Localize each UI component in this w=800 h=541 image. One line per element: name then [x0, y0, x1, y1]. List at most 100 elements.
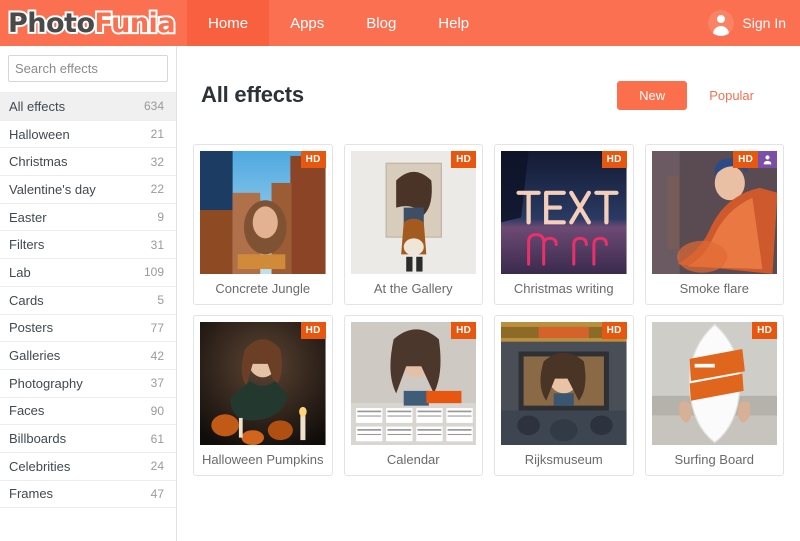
- effect-title: Rijksmuseum: [524, 452, 603, 467]
- effect-title: At the Gallery: [373, 281, 453, 296]
- category-label: Easter: [9, 209, 47, 225]
- effect-card[interactable]: HD Christmas writing: [494, 144, 634, 305]
- sidebar-item-frames[interactable]: Frames 47: [0, 481, 176, 509]
- nav-item-home[interactable]: Home: [187, 0, 270, 46]
- category-count: 37: [150, 376, 164, 391]
- sidebar-item-christmas[interactable]: Christmas 32: [0, 148, 176, 177]
- nav-item-help[interactable]: Help: [417, 0, 490, 46]
- category-label: All effects: [9, 98, 66, 114]
- content-header: All effects New Popular: [193, 46, 784, 144]
- category-count: 61: [150, 431, 164, 446]
- logo-text-photo: Photo: [6, 6, 97, 41]
- sort-new-button[interactable]: New: [617, 80, 688, 110]
- category-label: Photography: [9, 375, 83, 391]
- effect-thumbnail: HD: [501, 322, 627, 445]
- effect-thumbnail: HD: [501, 151, 627, 274]
- user-avatar-icon: [708, 10, 735, 36]
- sidebar-item-posters[interactable]: Posters 77: [0, 315, 176, 343]
- effect-card[interactable]: HD Smoke flare: [644, 144, 784, 305]
- badge-group: HD: [451, 322, 476, 339]
- effect-card[interactable]: HD Calendar: [343, 315, 483, 476]
- category-count: 22: [150, 182, 164, 197]
- effect-thumbnail: HD: [651, 151, 777, 274]
- effects-grid: HD Concrete Jungle HD At the Gallery HD …: [193, 144, 784, 476]
- category-count: 109: [143, 265, 164, 280]
- sidebar-item-billboards[interactable]: Billboards 61: [0, 425, 176, 453]
- sidebar-item-halloween[interactable]: Halloween 21: [0, 121, 176, 149]
- sort-popular-button[interactable]: Popular: [687, 81, 776, 110]
- category-count: 42: [150, 348, 164, 363]
- category-count: 24: [150, 459, 164, 474]
- search-input[interactable]: [9, 61, 176, 76]
- effect-card[interactable]: HD Halloween Pumpkins: [193, 315, 333, 476]
- sign-in-button[interactable]: Sign In: [708, 0, 786, 46]
- effect-title: Calendar: [386, 452, 440, 467]
- hd-badge: HD: [601, 151, 627, 168]
- face-detection-icon: [758, 151, 777, 168]
- effect-card[interactable]: HD Rijksmuseum: [494, 315, 634, 476]
- category-label: Posters: [9, 320, 54, 336]
- category-label: Valentine's day: [9, 181, 96, 197]
- category-label: Lab: [9, 264, 31, 280]
- badge-group: HD: [300, 322, 326, 339]
- category-count: 5: [157, 293, 164, 308]
- sidebar-item-lab[interactable]: Lab 109: [0, 259, 176, 287]
- category-count: 90: [150, 403, 164, 418]
- hd-badge: HD: [451, 151, 476, 168]
- effect-title: Smoke flare: [679, 281, 749, 296]
- search-box[interactable]: [8, 55, 176, 82]
- category-label: Faces: [9, 403, 45, 419]
- effect-card[interactable]: HD Surfing Board: [644, 315, 784, 476]
- sidebar-item-all-effects[interactable]: All effects 634: [0, 93, 176, 121]
- effect-thumbnail: HD: [200, 322, 326, 445]
- nav-item-apps[interactable]: Apps: [269, 0, 345, 46]
- badge-group: HD: [300, 151, 326, 168]
- hd-badge: HD: [601, 322, 627, 339]
- hd-badge: HD: [752, 322, 777, 339]
- nav-item-blog[interactable]: Blog: [345, 0, 417, 46]
- effect-thumbnail: HD: [350, 322, 476, 445]
- effect-thumbnail: HD: [200, 151, 326, 274]
- badge-group: HD: [752, 322, 777, 339]
- effect-title: Halloween Pumpkins: [202, 452, 324, 467]
- category-count: 9: [157, 210, 164, 225]
- hd-badge: HD: [733, 151, 758, 168]
- effect-card[interactable]: HD At the Gallery: [343, 144, 483, 305]
- site-header: Photo Funia Home Apps Blog Help Sign In: [0, 0, 800, 46]
- sort-toggle: New Popular: [617, 80, 776, 110]
- category-sidebar: All effects 634 Halloween 21 Christmas 32 Vale…: [0, 46, 177, 541]
- category-label: Celebrities: [9, 458, 71, 474]
- category-label: Filters: [9, 237, 45, 253]
- sign-in-label: Sign In: [742, 15, 786, 31]
- sidebar-item-filters[interactable]: Filters 31: [0, 231, 176, 260]
- effect-card[interactable]: HD Concrete Jungle: [193, 144, 333, 305]
- effect-thumbnail: HD: [350, 151, 476, 274]
- badge-group: HD: [451, 151, 476, 168]
- sidebar-item-photography[interactable]: Photography 37: [0, 370, 176, 398]
- effects-content: All effects New Popular HD Concrete Jungle: [177, 46, 800, 541]
- category-count: 21: [150, 127, 164, 142]
- logo-text-funia: Funia: [93, 6, 178, 41]
- category-label: Billboards: [9, 431, 67, 447]
- category-list: All effects 634 Halloween 21 Christmas 32 Vale…: [0, 92, 176, 509]
- effect-title: Christmas writing: [513, 281, 614, 296]
- page-body: All effects 634 Halloween 21 Christmas 32 Vale…: [0, 46, 800, 541]
- sidebar-item-cards[interactable]: Cards 5: [0, 287, 176, 315]
- category-count: 32: [150, 154, 164, 169]
- effect-title: Surfing Board: [674, 452, 755, 467]
- sidebar-item-celebrities[interactable]: Celebrities 24: [0, 453, 176, 481]
- badge-group: HD: [601, 322, 627, 339]
- page-title: All effects: [201, 82, 304, 107]
- sidebar-item-faces[interactable]: Faces 90: [0, 398, 176, 426]
- badge-group: HD: [601, 151, 627, 168]
- sidebar-item-valentine-s-day[interactable]: Valentine's day 22: [0, 176, 176, 204]
- category-count: 77: [150, 320, 164, 335]
- sidebar-item-easter[interactable]: Easter 9: [0, 204, 176, 232]
- photofunia-logo[interactable]: Photo Funia: [0, 0, 187, 46]
- hd-badge: HD: [300, 322, 326, 339]
- category-count: 634: [143, 99, 164, 114]
- sidebar-item-galleries[interactable]: Galleries 42: [0, 342, 176, 370]
- category-label: Frames: [9, 486, 54, 502]
- hd-badge: HD: [451, 322, 476, 339]
- effect-title: Concrete Jungle: [215, 281, 311, 296]
